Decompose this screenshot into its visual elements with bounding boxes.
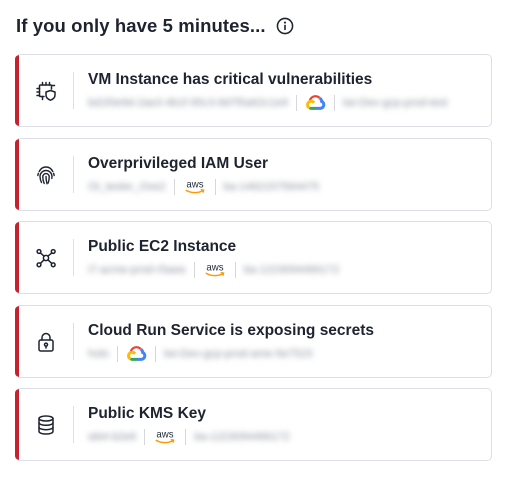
account-id: ba-1223094466172 bbox=[194, 430, 290, 443]
meta-divider bbox=[154, 345, 156, 362]
meta-divider bbox=[334, 94, 335, 111]
resource-id: i7-acme-prod-r5aws bbox=[88, 263, 186, 276]
svg-text:aws: aws bbox=[206, 262, 223, 273]
card-divider bbox=[73, 406, 74, 443]
aws-icon: aws bbox=[203, 261, 227, 279]
finding-card-vm-vulnerabilities[interactable]: VM Instance has critical vulnerabilities… bbox=[15, 54, 492, 127]
finding-title: Cloud Run Service is exposing secrets bbox=[88, 321, 374, 339]
finding-meta: i7-acme-prod-r5aws aws ba-1223094466172 bbox=[88, 261, 339, 279]
card-body: Overprivileged IAM User Ot_tester_Ove2 a… bbox=[88, 154, 319, 196]
section-title: If you only have 5 minutes... bbox=[16, 15, 266, 36]
account-id: ba-1462157564475 bbox=[223, 180, 320, 193]
section-header: If you only have 5 minutes... bbox=[16, 12, 294, 40]
card-divider bbox=[73, 156, 74, 193]
meta-divider bbox=[144, 428, 146, 445]
meta-divider bbox=[234, 261, 236, 278]
aws-icon: aws bbox=[153, 428, 177, 446]
account-id: lwi-Dev-gcp-prod-test bbox=[343, 96, 448, 109]
meta-divider bbox=[116, 345, 118, 362]
fingerprint-icon bbox=[34, 163, 58, 187]
finding-title: VM Instance has critical vulnerabilities bbox=[88, 70, 373, 88]
card-body: Cloud Run Service is exposing secrets ho… bbox=[88, 321, 374, 363]
resource-id: Ot_tester_Ove2 bbox=[88, 180, 166, 193]
network-nodes-icon bbox=[34, 246, 58, 270]
resource-id: bd1f0e9d-2ae3-4b1f-95c3-8d7f0a62c1e9 bbox=[88, 96, 288, 109]
svg-text:aws: aws bbox=[186, 179, 203, 190]
card-divider bbox=[73, 323, 74, 360]
card-divider bbox=[73, 72, 74, 109]
meta-divider bbox=[185, 428, 187, 445]
finding-meta: Ot_tester_Ove2 aws ba-1462157564475 bbox=[88, 178, 319, 196]
meta-divider bbox=[173, 178, 175, 195]
google-cloud-icon bbox=[305, 94, 326, 111]
info-icon[interactable] bbox=[276, 17, 294, 35]
meta-divider bbox=[214, 178, 216, 195]
resource-id: wb4-b2e6 bbox=[88, 430, 137, 443]
finding-meta: bd1f0e9d-2ae3-4b1f-95c3-8d7f0a62c1e9 lwi… bbox=[88, 94, 448, 112]
chip-shield-icon bbox=[34, 79, 58, 103]
card-body: Public KMS Key wb4-b2e6 aws ba-122309446… bbox=[88, 404, 290, 446]
lock-icon bbox=[34, 330, 58, 354]
finding-card-public-kms-key[interactable]: Public KMS Key wb4-b2e6 aws ba-122309446… bbox=[15, 388, 492, 461]
finding-card-overprivileged-iam[interactable]: Overprivileged IAM User Ot_tester_Ove2 a… bbox=[15, 138, 492, 211]
finding-card-cloud-run-secrets[interactable]: Cloud Run Service is exposing secrets ho… bbox=[15, 305, 492, 378]
finding-title: Public EC2 Instance bbox=[88, 237, 237, 255]
finding-title: Overprivileged IAM User bbox=[88, 154, 269, 172]
database-icon bbox=[34, 413, 58, 437]
card-divider bbox=[73, 239, 74, 276]
google-cloud-icon bbox=[126, 345, 147, 362]
finding-meta: holo lwi-Dev-gcp-prod-ame-5e7523 bbox=[88, 345, 374, 363]
aws-icon: aws bbox=[183, 178, 207, 196]
resource-id: holo bbox=[88, 347, 109, 360]
svg-text:aws: aws bbox=[157, 429, 174, 440]
finding-meta: wb4-b2e6 aws ba-1223094466172 bbox=[88, 428, 290, 446]
card-body: VM Instance has critical vulnerabilities… bbox=[88, 70, 448, 112]
account-id: ba-1223094466172 bbox=[243, 263, 340, 276]
card-body: Public EC2 Instance i7-acme-prod-r5aws a… bbox=[88, 237, 339, 279]
finding-title: Public KMS Key bbox=[88, 404, 206, 422]
account-id: lwi-Dev-gcp-prod-ame-5e7523 bbox=[163, 347, 313, 360]
meta-divider bbox=[193, 261, 195, 278]
meta-divider bbox=[296, 94, 297, 111]
finding-card-public-ec2[interactable]: Public EC2 Instance i7-acme-prod-r5aws a… bbox=[15, 221, 492, 294]
